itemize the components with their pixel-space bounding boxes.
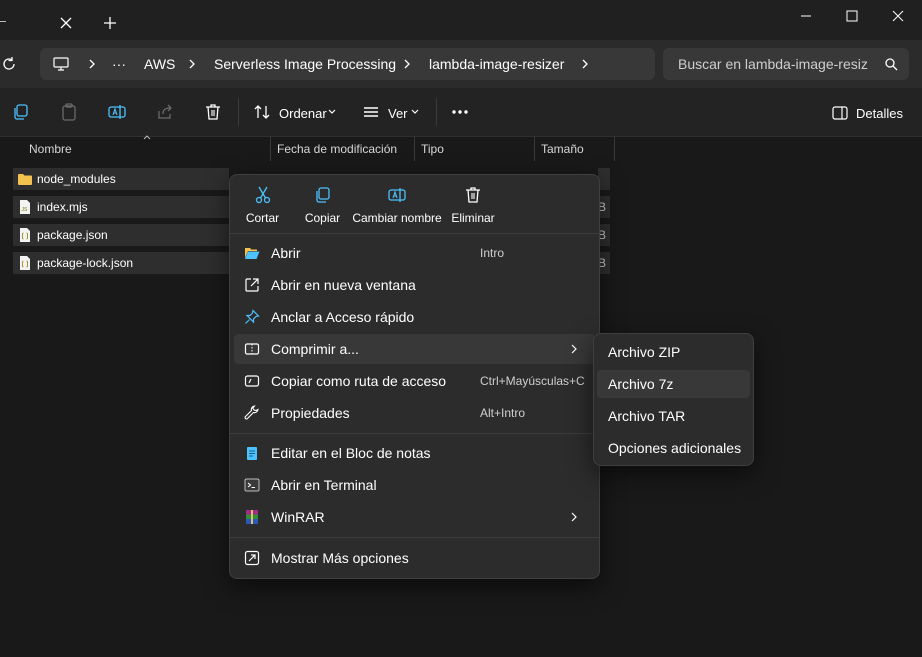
column-divider[interactable] — [534, 137, 535, 161]
chevron-right-icon[interactable] — [186, 57, 198, 71]
folder-icon — [17, 171, 33, 187]
column-divider[interactable] — [414, 137, 415, 161]
terminal-icon — [244, 477, 260, 493]
menu-item-winrar[interactable]: WinRAR — [234, 502, 595, 532]
column-header-size[interactable]: Tamaño — [541, 142, 584, 156]
menu-item-properties[interactable]: Propiedades Alt+Intro — [234, 398, 595, 428]
menu-item-open-terminal[interactable]: Abrir en Terminal — [234, 470, 595, 500]
details-pane-icon[interactable] — [831, 105, 849, 121]
cut-button[interactable]: Cortar — [240, 185, 285, 225]
tab-edge — [0, 21, 6, 22]
file-name: package-lock.json — [37, 256, 134, 270]
winrar-icon — [244, 509, 260, 525]
new-tab-icon[interactable] — [100, 13, 120, 33]
sort-up-icon — [142, 134, 152, 140]
close-window-button[interactable] — [875, 0, 921, 32]
share-icon[interactable] — [155, 102, 175, 122]
submenu-item-tar[interactable]: Archivo TAR — [597, 402, 750, 430]
open-external-icon — [244, 277, 260, 293]
file-name: node_modules — [37, 172, 116, 186]
more-options-icon[interactable] — [450, 106, 470, 118]
breadcrumb-lambda[interactable]: lambda-image-resizer — [429, 56, 564, 72]
chevron-right-icon — [567, 342, 581, 356]
chevron-down-icon[interactable] — [410, 108, 420, 116]
json-file-icon — [17, 227, 33, 243]
close-tab-icon[interactable] — [56, 13, 76, 33]
column-header-type[interactable]: Tipo — [421, 142, 444, 156]
file-row[interactable]: node_modules — [13, 168, 229, 190]
paste-icon[interactable] — [59, 102, 79, 122]
cut-label: Cortar — [245, 211, 280, 225]
pin-icon — [244, 309, 260, 325]
chevron-right-icon[interactable] — [401, 57, 413, 71]
delete-button[interactable]: Eliminar — [448, 185, 498, 225]
copy-icon — [313, 185, 333, 205]
copy-path-icon — [244, 373, 260, 389]
view-icon[interactable] — [362, 104, 380, 120]
menu-item-compress[interactable]: Comprimir a... — [234, 334, 595, 364]
zip-folder-icon — [244, 341, 260, 357]
menu-item-open[interactable]: Abrir Intro — [234, 238, 595, 268]
file-row[interactable]: JS index.mjs — [13, 196, 229, 218]
file-row[interactable]: package-lock.json — [13, 252, 229, 274]
scissors-icon — [253, 185, 273, 205]
menu-item-show-more-options[interactable]: Mostrar Más opciones — [234, 543, 595, 573]
copy-label: Copiar — [304, 211, 341, 225]
svg-text:JS: JS — [22, 207, 29, 213]
menu-item-open-new-window[interactable]: Abrir en nueva ventana — [234, 270, 595, 300]
menu-item-copy-path[interactable]: Copiar como ruta de acceso Ctrl+Mayúscul… — [234, 366, 595, 396]
delete-label: Eliminar — [451, 211, 495, 225]
details-button[interactable]: Detalles — [856, 106, 903, 121]
minimize-button[interactable] — [783, 0, 829, 32]
chevron-right-icon[interactable] — [579, 57, 591, 71]
menu-separator — [230, 233, 599, 234]
file-name: index.mjs — [37, 200, 88, 214]
folder-open-icon — [244, 245, 260, 261]
submenu-item-zip[interactable]: Archivo ZIP — [597, 338, 750, 366]
menu-item-pin-quick-access[interactable]: Anclar a Acceso rápido — [234, 302, 595, 332]
submenu-item-7z[interactable]: Archivo 7z — [597, 370, 750, 398]
search-icon[interactable] — [884, 57, 898, 71]
json-file-icon — [17, 255, 33, 271]
trash-icon — [463, 185, 483, 205]
copy-button[interactable]: Copiar — [300, 185, 345, 225]
toolbar-separator — [436, 98, 437, 126]
column-divider[interactable] — [614, 137, 615, 161]
show-more-icon — [244, 550, 260, 566]
search-placeholder[interactable]: Buscar en lambda-image-resiz — [678, 56, 868, 72]
column-divider[interactable] — [270, 137, 271, 161]
sort-icon[interactable] — [253, 103, 271, 121]
file-row[interactable]: package.json — [13, 224, 229, 246]
submenu-item-more-options[interactable]: Opciones adicionales — [597, 434, 750, 462]
compress-submenu: Archivo ZIP Archivo 7z Archivo TAR Opcio… — [593, 333, 754, 466]
chevron-right-icon — [567, 510, 581, 524]
file-name: package.json — [37, 228, 108, 242]
delete-icon[interactable] — [203, 102, 223, 122]
sort-button[interactable]: Ordenar — [279, 106, 327, 121]
refresh-icon[interactable] — [0, 55, 18, 73]
view-button[interactable]: Ver — [388, 106, 408, 121]
wrench-icon — [244, 405, 260, 421]
menu-item-edit-notepad[interactable]: Editar en el Bloc de notas — [234, 438, 595, 468]
notepad-icon — [244, 445, 260, 461]
rename-icon — [387, 185, 407, 205]
rename-label: Cambiar nombre — [352, 211, 442, 225]
rename-button[interactable]: Cambiar nombre — [350, 185, 444, 225]
chevron-right-icon[interactable] — [86, 57, 98, 71]
column-header-name[interactable]: Nombre — [29, 142, 72, 156]
rename-icon[interactable] — [107, 102, 127, 122]
chevron-down-icon[interactable] — [327, 108, 337, 116]
menu-separator — [230, 537, 599, 538]
breadcrumb-serverless[interactable]: Serverless Image Processing — [214, 56, 396, 72]
breadcrumb-aws[interactable]: AWS — [144, 56, 175, 72]
column-header-date[interactable]: Fecha de modificación — [277, 142, 397, 156]
more-crumbs-icon[interactable]: ··· — [112, 56, 126, 72]
context-menu: Cortar Copiar Cambiar nombre Eliminar Ab… — [229, 174, 600, 579]
js-file-icon: JS — [17, 199, 33, 215]
menu-separator — [230, 433, 599, 434]
this-pc-icon[interactable] — [52, 55, 70, 73]
toolbar-separator — [238, 98, 239, 126]
copy-icon[interactable] — [11, 102, 31, 122]
maximize-button[interactable] — [829, 0, 875, 32]
